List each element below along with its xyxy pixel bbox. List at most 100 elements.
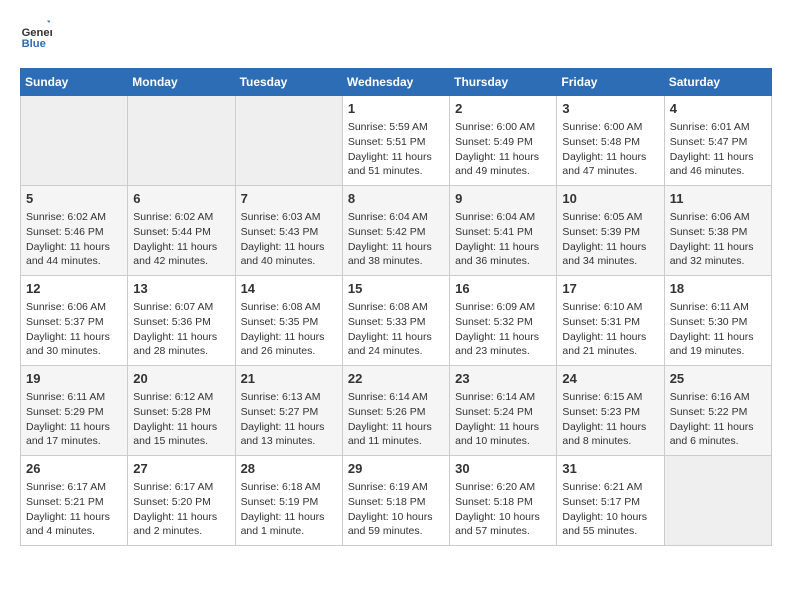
day-info: Sunset: 5:18 PM — [455, 495, 551, 510]
calendar-cell: 24Sunrise: 6:15 AMSunset: 5:23 PMDayligh… — [557, 366, 664, 456]
calendar-cell — [21, 96, 128, 186]
day-info: Daylight: 11 hours — [562, 150, 658, 165]
day-info: and 28 minutes. — [133, 344, 229, 359]
calendar-cell: 29Sunrise: 6:19 AMSunset: 5:18 PMDayligh… — [342, 456, 449, 546]
day-info: Sunset: 5:35 PM — [241, 315, 337, 330]
day-info: Sunrise: 6:13 AM — [241, 390, 337, 405]
calendar-cell: 28Sunrise: 6:18 AMSunset: 5:19 PMDayligh… — [235, 456, 342, 546]
day-info: and 55 minutes. — [562, 524, 658, 539]
day-info: and 11 minutes. — [348, 434, 444, 449]
calendar-cell: 11Sunrise: 6:06 AMSunset: 5:38 PMDayligh… — [664, 186, 771, 276]
day-info: Sunrise: 6:10 AM — [562, 300, 658, 315]
calendar-cell: 12Sunrise: 6:06 AMSunset: 5:37 PMDayligh… — [21, 276, 128, 366]
weekday-header-saturday: Saturday — [664, 69, 771, 96]
calendar-cell: 3 Sunrise: 6:00 AMSunset: 5:48 PMDaylight… — [557, 96, 664, 186]
day-number: 19 — [26, 370, 122, 388]
calendar-cell: 30Sunrise: 6:20 AMSunset: 5:18 PMDayligh… — [450, 456, 557, 546]
calendar-cell: 7Sunrise: 6:03 AMSunset: 5:43 PMDaylight… — [235, 186, 342, 276]
day-info: and 26 minutes. — [241, 344, 337, 359]
day-info: Daylight: 10 hours — [562, 510, 658, 525]
day-info: and 46 minutes. — [670, 164, 766, 179]
day-info: and 15 minutes. — [133, 434, 229, 449]
day-info: and 59 minutes. — [348, 524, 444, 539]
weekday-header-friday: Friday — [557, 69, 664, 96]
day-info: Sunset: 5:20 PM — [133, 495, 229, 510]
day-number: 3 — [562, 100, 658, 118]
day-info: and 2 minutes. — [133, 524, 229, 539]
day-info: Sunset: 5:24 PM — [455, 405, 551, 420]
calendar-cell: 9Sunrise: 6:04 AMSunset: 5:41 PMDaylight… — [450, 186, 557, 276]
day-info: and 40 minutes. — [241, 254, 337, 269]
day-info: Sunrise: 6:06 AM — [670, 210, 766, 225]
day-info: and 30 minutes. — [26, 344, 122, 359]
day-info: Daylight: 11 hours — [26, 330, 122, 345]
day-info: Sunset: 5:42 PM — [348, 225, 444, 240]
day-info: Daylight: 11 hours — [133, 510, 229, 525]
day-info: Daylight: 11 hours — [670, 420, 766, 435]
day-info: Sunset: 5:37 PM — [26, 315, 122, 330]
day-info: Daylight: 11 hours — [455, 150, 551, 165]
day-number: 14 — [241, 280, 337, 298]
day-number: 15 — [348, 280, 444, 298]
day-info: Daylight: 11 hours — [455, 240, 551, 255]
day-info: Daylight: 11 hours — [26, 240, 122, 255]
day-info: and 42 minutes. — [133, 254, 229, 269]
day-info: and 4 minutes. — [26, 524, 122, 539]
day-number: 13 — [133, 280, 229, 298]
calendar-cell: 8Sunrise: 6:04 AMSunset: 5:42 PMDaylight… — [342, 186, 449, 276]
day-number: 31 — [562, 460, 658, 478]
day-info: Daylight: 11 hours — [670, 330, 766, 345]
calendar-cell: 17 Sunrise: 6:10 AMSunset: 5:31 PMDayligh… — [557, 276, 664, 366]
day-number: 10 — [562, 190, 658, 208]
calendar-cell: 2Sunrise: 6:00 AMSunset: 5:49 PMDaylight… — [450, 96, 557, 186]
day-info: and 24 minutes. — [348, 344, 444, 359]
day-number: 24 — [562, 370, 658, 388]
day-info: Sunrise: 6:06 AM — [26, 300, 122, 315]
day-info: Daylight: 11 hours — [455, 330, 551, 345]
day-info: Sunset: 5:48 PM — [562, 135, 658, 150]
day-number: 22 — [348, 370, 444, 388]
day-info: Daylight: 11 hours — [241, 240, 337, 255]
day-info: Sunrise: 6:03 AM — [241, 210, 337, 225]
day-info: Sunrise: 6:15 AM — [562, 390, 658, 405]
day-info: Sunrise: 6:21 AM — [562, 480, 658, 495]
day-info: Sunrise: 6:00 AM — [562, 120, 658, 135]
day-number: 17 — [562, 280, 658, 298]
day-info: and 10 minutes. — [455, 434, 551, 449]
day-info: Daylight: 11 hours — [670, 240, 766, 255]
day-info: Sunrise: 5:59 AM — [348, 120, 444, 135]
day-info: Sunset: 5:27 PM — [241, 405, 337, 420]
day-info: Sunrise: 6:11 AM — [26, 390, 122, 405]
day-info: Sunset: 5:38 PM — [670, 225, 766, 240]
day-info: Sunrise: 6:11 AM — [670, 300, 766, 315]
day-info: Sunset: 5:39 PM — [562, 225, 658, 240]
day-info: and 1 minute. — [241, 524, 337, 539]
day-number: 30 — [455, 460, 551, 478]
day-info: Sunset: 5:26 PM — [348, 405, 444, 420]
day-info: Sunrise: 6:02 AM — [26, 210, 122, 225]
calendar-cell: 18Sunrise: 6:11 AMSunset: 5:30 PMDayligh… — [664, 276, 771, 366]
day-number: 18 — [670, 280, 766, 298]
day-info: Daylight: 11 hours — [562, 330, 658, 345]
calendar-cell: 13Sunrise: 6:07 AMSunset: 5:36 PMDayligh… — [128, 276, 235, 366]
page-header: General Blue — [20, 20, 772, 52]
calendar-cell: 21Sunrise: 6:13 AMSunset: 5:27 PMDayligh… — [235, 366, 342, 456]
day-info: Sunset: 5:18 PM — [348, 495, 444, 510]
weekday-header-thursday: Thursday — [450, 69, 557, 96]
calendar-cell — [128, 96, 235, 186]
day-info: and 19 minutes. — [670, 344, 766, 359]
day-info: and 34 minutes. — [562, 254, 658, 269]
day-number: 29 — [348, 460, 444, 478]
day-info: Sunrise: 6:04 AM — [455, 210, 551, 225]
day-info: Sunset: 5:43 PM — [241, 225, 337, 240]
day-info: Sunset: 5:31 PM — [562, 315, 658, 330]
calendar-cell: 20Sunrise: 6:12 AMSunset: 5:28 PMDayligh… — [128, 366, 235, 456]
calendar-cell: 5Sunrise: 6:02 AMSunset: 5:46 PMDaylight… — [21, 186, 128, 276]
calendar-cell: 22Sunrise: 6:14 AMSunset: 5:26 PMDayligh… — [342, 366, 449, 456]
day-info: Daylight: 11 hours — [26, 510, 122, 525]
calendar-table: SundayMondayTuesdayWednesdayThursdayFrid… — [20, 68, 772, 546]
calendar-cell: 19Sunrise: 6:11 AMSunset: 5:29 PMDayligh… — [21, 366, 128, 456]
calendar-cell — [235, 96, 342, 186]
day-info: Daylight: 11 hours — [348, 150, 444, 165]
day-info: Daylight: 11 hours — [133, 420, 229, 435]
